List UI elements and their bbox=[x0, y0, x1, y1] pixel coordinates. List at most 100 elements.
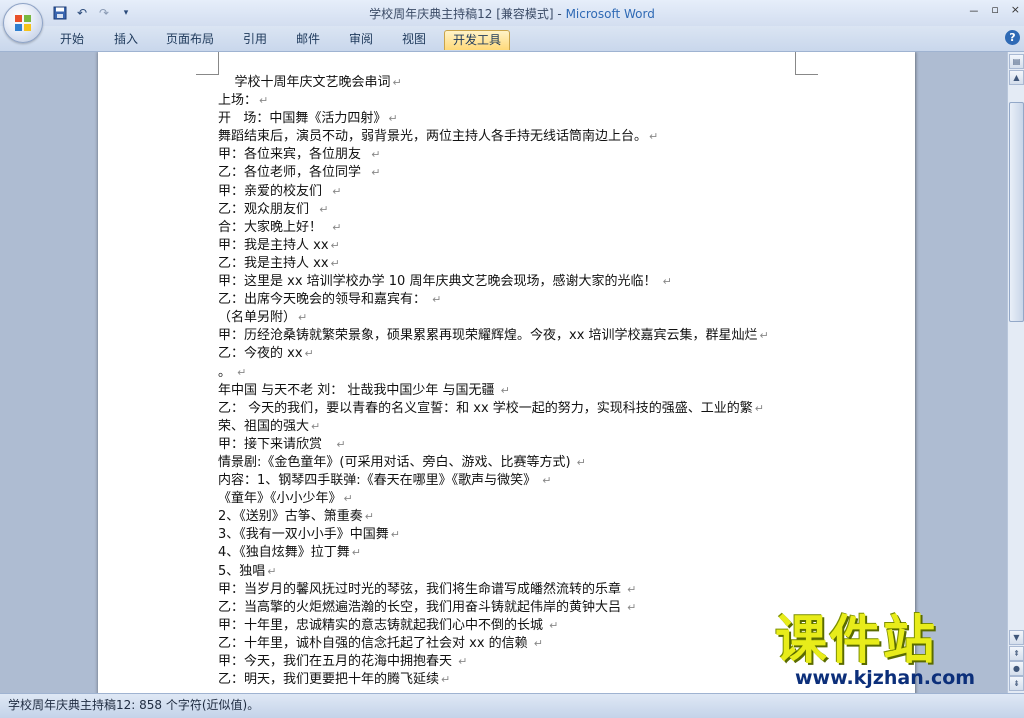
paragraph-mark-icon: ↵ bbox=[371, 148, 381, 162]
restore-icon[interactable]: ▫ bbox=[991, 3, 998, 19]
paragraph-text: 乙：出席今天晚会的领导和嘉宾有： bbox=[218, 292, 431, 308]
paragraph-mark-icon: ↵ bbox=[662, 275, 672, 289]
paragraph-text: 荣、祖国的强大 bbox=[218, 418, 310, 434]
paragraph-text: 学校十周年庆文艺晚会串词 bbox=[218, 75, 391, 90]
paragraph-text: 乙：当高擎的火炬燃遍浩瀚的长空，我们用奋斗铸就起伟岸的黄钟大吕 bbox=[218, 599, 626, 615]
paragraph-text: 乙： 今天的我们，要以青春的名义宣誓：和 xx 学校一起的努力，实现科技的强盛、… bbox=[218, 400, 753, 416]
paragraph-text: 3、《我有一双小小手》中国舞 bbox=[218, 527, 389, 543]
paragraph-mark-icon: ↵ bbox=[500, 383, 510, 397]
office-button[interactable] bbox=[3, 3, 43, 43]
paragraph-line[interactable]: 乙：明天，我们更要把十年的腾飞延续 ↵ bbox=[218, 671, 818, 689]
paragraph-line[interactable]: 乙：今夜的 xx ↵ bbox=[218, 345, 818, 363]
paragraph-line[interactable]: 上场： ↵ bbox=[218, 92, 818, 110]
paragraph-line[interactable]: 学校十周年庆文艺晚会串词 ↵ bbox=[218, 74, 818, 92]
paragraph-mark-icon: ↵ bbox=[304, 347, 314, 361]
paragraph-mark-icon: ↵ bbox=[330, 256, 340, 270]
paragraph-mark-icon: ↵ bbox=[388, 112, 398, 126]
app-name: Microsoft Word bbox=[565, 7, 655, 21]
tab-references[interactable]: 引用 bbox=[235, 30, 275, 49]
paragraph-line[interactable]: 荣、祖国的强大 ↵ bbox=[218, 418, 818, 436]
paragraph-line[interactable]: 年中国 与天不老 刘： 壮哉我中国少年 与国无疆 ↵ bbox=[218, 382, 818, 400]
document-title: 学校周年庆典主持稿12 [兼容模式] - bbox=[369, 7, 566, 21]
paragraph-line[interactable]: 甲：我是主持人 xx ↵ bbox=[218, 237, 818, 255]
paragraph-line[interactable]: 甲：当岁月的馨风抚过时光的琴弦，我们将生命谱写成皤然流转的乐章 ↵ bbox=[218, 581, 818, 599]
paragraph-line[interactable]: 乙：出席今天晚会的领导和嘉宾有： ↵ bbox=[218, 291, 818, 309]
paragraph-line[interactable]: 甲：各位来宾，各位朋友 ↵ bbox=[218, 146, 818, 164]
paragraph-mark-icon: ↵ bbox=[237, 365, 247, 379]
paragraph-line[interactable]: 3、《我有一双小小手》中国舞 ↵ bbox=[218, 526, 818, 544]
paragraph-text: 4、《独自炫舞》拉丁舞 bbox=[218, 545, 350, 561]
document-page[interactable]: 学校十周年庆文艺晚会串词 ↵ 上场： ↵ 开 场：中国舞《活力四射》 ↵ 舞蹈结束后，演员不… bbox=[98, 52, 915, 693]
paragraph-text: 甲：接下来请欣赏 bbox=[218, 436, 335, 452]
paragraph-line[interactable]: 甲：这里是 xx 培训学校办学 10 周年庆典文艺晚会现场，感谢大家的光临！ ↵ bbox=[218, 273, 818, 291]
paragraph-line[interactable]: 舞蹈结束后，演员不动，弱背景光，两位主持人各手持无线话筒南边上台。 ↵ bbox=[218, 128, 818, 146]
close-icon[interactable]: × bbox=[1011, 3, 1020, 19]
paragraph-line[interactable]: 甲：十年里，忠诚精实的意志铸就起我们心中不倒的长城 ↵ bbox=[218, 617, 818, 635]
minimize-icon[interactable]: － bbox=[968, 3, 979, 19]
watermark-logo-text: 课件站 bbox=[775, 611, 938, 671]
tab-insert[interactable]: 插入 bbox=[106, 30, 146, 49]
paragraph-mark-icon: ↵ bbox=[441, 673, 451, 687]
paragraph-mark-icon: ↵ bbox=[542, 474, 552, 488]
paragraph-mark-icon: ↵ bbox=[549, 618, 559, 632]
paragraph-mark-icon: ↵ bbox=[319, 202, 329, 216]
tab-view[interactable]: 视图 bbox=[394, 30, 434, 49]
paragraph-mark-icon: ↵ bbox=[343, 492, 353, 506]
paragraph-line[interactable]: 情景剧:《金色童年》(可采用对话、旁白、游戏、比赛等方式) ↵ bbox=[218, 454, 818, 472]
paragraph-mark-icon: ↵ bbox=[759, 329, 769, 343]
paragraph-mark-icon: ↵ bbox=[371, 166, 381, 180]
paragraph-text: 乙：明天，我们更要把十年的腾飞延续 bbox=[218, 672, 440, 688]
paragraph-line[interactable]: 甲：历经沧桑铸就繁荣景象，硕果累累再现荣耀辉煌。今夜，xx 培训学校嘉宾云集，群… bbox=[218, 327, 818, 345]
paragraph-line[interactable]: 《童年》《小小少年》 ↵ bbox=[218, 490, 818, 508]
paragraph-mark-icon: ↵ bbox=[576, 455, 586, 469]
paragraph-line[interactable]: 乙： 今天的我们，要以青春的名义宣誓：和 xx 学校一起的努力，实现科技的强盛、… bbox=[218, 400, 818, 418]
paragraph-line[interactable]: 乙：各位老师，各位同学 ↵ bbox=[218, 164, 818, 182]
tab-review[interactable]: 审阅 bbox=[341, 30, 381, 49]
paragraph-text: 乙：各位老师，各位同学 bbox=[218, 165, 370, 181]
paragraph-mark-icon: ↵ bbox=[754, 401, 765, 415]
paragraph-mark-icon: ↵ bbox=[336, 437, 346, 451]
paragraph-text: 《童年》《小小少年》 bbox=[218, 491, 342, 507]
tab-page-layout[interactable]: 页面布局 bbox=[158, 30, 222, 49]
paragraph-text: 乙：十年里，诚朴自强的信念托起了社会对 xx 的信赖 bbox=[218, 635, 532, 651]
scroll-up-icon[interactable]: ▲ bbox=[1009, 70, 1024, 85]
paragraph-line[interactable]: 2、《送别》古筝、箫重奏 ↵ bbox=[218, 508, 818, 526]
paragraph-line[interactable]: 内容：1、钢琴四手联弹:《春天在哪里》《歌声与微笑》 ↵ bbox=[218, 472, 818, 490]
window-title: 学校周年庆典主持稿12 [兼容模式] - Microsoft Word bbox=[0, 5, 1024, 22]
paragraph-line[interactable]: 甲：亲爱的校友们 ↵ bbox=[218, 183, 818, 201]
crop-mark-top-right bbox=[795, 52, 818, 75]
help-icon[interactable]: ? bbox=[1005, 30, 1020, 45]
vertical-scrollbar[interactable]: ▤ ▲ ▼ ⇞ ● ⇟ bbox=[1007, 52, 1024, 693]
paragraph-mark-icon: ↵ bbox=[533, 636, 544, 650]
paragraph-text: 年中国 与天不老 刘： 壮哉我中国少年 与国无疆 bbox=[218, 382, 499, 398]
paragraph-text: 甲：这里是 xx 培训学校办学 10 周年庆典文艺晚会现场，感谢大家的光临！ bbox=[218, 274, 661, 290]
tab-developer[interactable]: 开发工具 bbox=[444, 30, 511, 50]
paragraph-mark-icon: ↵ bbox=[627, 600, 637, 614]
tab-mailings[interactable]: 邮件 bbox=[288, 30, 328, 49]
paragraph-text: 。 bbox=[218, 364, 236, 380]
paragraph-mark-icon: ↵ bbox=[330, 238, 340, 252]
paragraph-line[interactable]: 5、独唱 ↵ bbox=[218, 563, 818, 581]
paragraph-line[interactable]: 开 场：中国舞《活力四射》 ↵ bbox=[218, 110, 818, 128]
paragraph-line[interactable]: （名单另附） ↵ bbox=[218, 309, 818, 327]
scroll-thumb[interactable] bbox=[1009, 102, 1024, 322]
window-controls: － ▫ × bbox=[968, 3, 1020, 19]
paragraph-line[interactable]: 合：大家晚上好！ ↵ bbox=[218, 219, 818, 237]
paragraph-line[interactable]: 乙：观众朋友们 ↵ bbox=[218, 201, 818, 219]
ruler-toggle-icon[interactable]: ▤ bbox=[1009, 54, 1024, 69]
paragraph-line[interactable]: 甲：今天，我们在五月的花海中拥抱春天 ↵ bbox=[218, 653, 818, 671]
paragraph-line[interactable]: 甲：接下来请欣赏 ↵ bbox=[218, 436, 818, 454]
paragraph-line[interactable]: 乙：十年里，诚朴自强的信念托起了社会对 xx 的信赖 ↵ bbox=[218, 635, 818, 653]
tab-home[interactable]: 开始 bbox=[52, 30, 92, 49]
crop-mark-top-left bbox=[196, 52, 219, 75]
paragraph-mark-icon: ↵ bbox=[364, 510, 374, 524]
paragraph-mark-icon: ↵ bbox=[332, 220, 342, 234]
paragraph-text: 甲：我是主持人 xx bbox=[218, 237, 329, 253]
paragraph-line[interactable]: 。 ↵ bbox=[218, 364, 818, 382]
document-text[interactable]: 学校十周年庆文艺晚会串词 ↵ 上场： ↵ 开 场：中国舞《活力四射》 ↵ 舞蹈结束后，演员不… bbox=[218, 74, 818, 689]
paragraph-text: 上场： bbox=[218, 93, 258, 109]
paragraph-line[interactable]: 乙：我是主持人 xx ↵ bbox=[218, 255, 818, 273]
paragraph-mark-icon: ↵ bbox=[458, 655, 468, 668]
paragraph-line[interactable]: 4、《独自炫舞》拉丁舞 ↵ bbox=[218, 544, 818, 562]
paragraph-line[interactable]: 乙：当高擎的火炬燃遍浩瀚的长空，我们用奋斗铸就起伟岸的黄钟大吕 ↵ bbox=[218, 599, 818, 617]
